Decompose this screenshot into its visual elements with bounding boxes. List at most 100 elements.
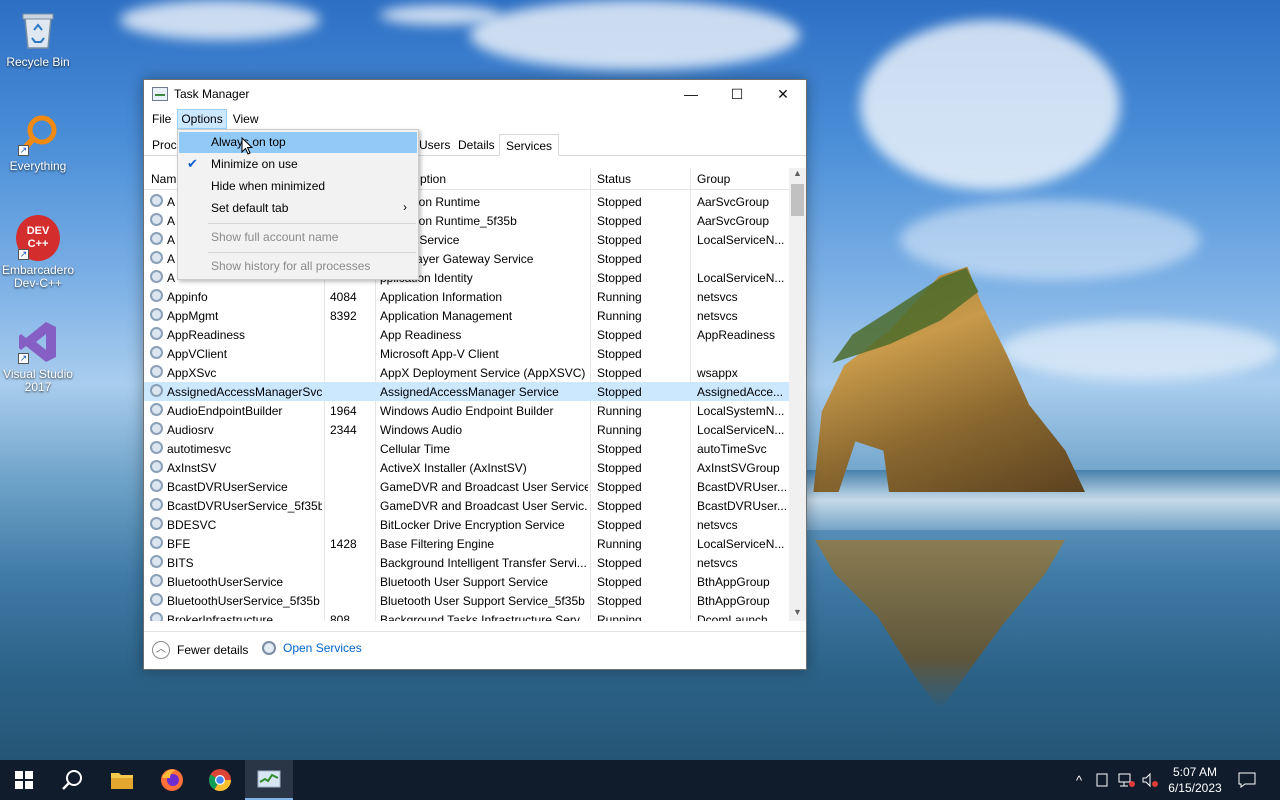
table-row[interactable]: AppMgmt 8392 Application Management Running… [144,306,789,325]
cell-status: Running [597,537,642,551]
cell-description: Base Filtering Engine [380,537,495,551]
table-row[interactable]: BDESVC BitLocker Drive Encryption Service… [144,515,789,534]
table-row[interactable]: AppXSvc AppX Deployment Service (AppXSVC)… [144,363,789,382]
search-button[interactable] [48,760,96,800]
cell-status: Stopped [597,252,642,266]
chevron-right-icon: › [403,200,407,214]
desktop-icon-recycle-bin[interactable]: Recycle Bin [0,8,76,69]
cell-group: netsvcs [697,556,738,570]
maximize-button[interactable]: ☐ [714,80,760,108]
gear-icon [262,641,276,655]
tab-services[interactable]: Services [499,134,560,156]
task-manager-taskbar-button[interactable] [245,760,293,800]
menu-item-set-default-tab[interactable]: Set default tab › [179,198,417,219]
cell-description: GameDVR and Broadcast User Service [380,480,588,494]
table-row[interactable]: BFE 1428 Base Filtering Engine Running Local… [144,534,789,553]
table-row[interactable]: AxInstSV ActiveX Installer (AxInstSV) Stop… [144,458,789,477]
column-header-description[interactable]: ption [420,172,446,186]
action-center-button[interactable] [1232,760,1262,800]
minimize-button[interactable]: — [668,80,714,108]
clock[interactable]: 5:07 AM 6/15/2023 [1160,764,1230,796]
table-row[interactable]: AssignedAccessManagerSvc AssignedAccessMa… [144,382,789,401]
cell-description: App Readiness [380,328,462,342]
table-row[interactable]: BluetoothUserService_5f35b Bluetooth User… [144,591,789,610]
desktop-icon-everything[interactable]: ↗ Everything [0,112,76,173]
service-gear-icon [150,593,163,606]
table-row[interactable]: Audiosrv 2344 Windows Audio Running LocalSer… [144,420,789,439]
table-row[interactable]: AppVClient Microsoft App-V Client Stopped [144,344,789,363]
cell-status: Stopped [597,442,642,456]
service-gear-icon [150,422,163,435]
cell-group: AssignedAcce... [697,385,784,399]
cell-group: wsappx [697,366,738,380]
desktop-icon-label: Embarcadero Dev-C++ [1,263,75,290]
footer: ︿ Fewer details Open Services [144,631,806,669]
service-gear-icon [150,612,163,621]
chevron-up-icon: ^ [1075,772,1083,788]
cell-description: Bluetooth User Support Service [380,575,549,589]
scroll-thumb[interactable] [791,184,804,216]
cell-group: BcastDVRUser... [697,480,787,494]
firefox-button[interactable] [148,760,196,800]
cell-status: Stopped [597,347,642,361]
column-header-group[interactable]: Group [697,172,730,186]
table-row[interactable]: BcastDVRUserService_5f35b GameDVR and Bro… [144,496,789,515]
desktop-icon-visual-studio[interactable]: ↗ Visual Studio 2017 [0,320,76,394]
title-bar[interactable]: Task Manager — ☐ ✕ [144,80,806,108]
table-row[interactable]: autotimesvc Cellular Time Stopped autoTimeS… [144,439,789,458]
file-explorer-button[interactable] [98,760,146,800]
start-button[interactable] [0,760,48,800]
volume-button[interactable] [1138,760,1162,800]
fewer-details-button[interactable]: ︿ Fewer details [152,641,248,659]
menu-file[interactable]: File [148,109,175,129]
service-gear-icon [150,251,163,264]
menu-item-minimize-on-use[interactable]: ✔ Minimize on use [179,154,417,175]
open-services-link[interactable]: Open Services [262,641,362,655]
menu-item-always-on-top[interactable]: Always on top [179,132,417,153]
menu-view[interactable]: View [229,109,263,129]
battery-icon [1096,773,1108,787]
table-row[interactable]: BITS Background Intelligent Transfer Serv… [144,553,789,572]
table-row[interactable]: BrokerInfrastructure 808 Background Tasks … [144,610,789,621]
table-row[interactable]: AppReadiness App Readiness Stopped AppReadi… [144,325,789,344]
cell-group: BcastDVRUser... [697,499,787,513]
column-header-status[interactable]: Status [597,172,631,186]
shortcut-arrow-icon: ↗ [18,353,29,364]
table-row[interactable]: BcastDVRUserService GameDVR and Broadcast… [144,477,789,496]
network-button[interactable] [1114,760,1138,800]
service-gear-icon [150,555,163,568]
table-row[interactable]: Appinfo 4084 Application Information Runnin… [144,287,789,306]
cloud [1000,320,1280,380]
menu-options[interactable]: Options [177,109,227,129]
cell-description: GameDVR and Broadcast User Servic... [380,499,588,513]
service-gear-icon [150,346,163,359]
cell-group: AarSvcGroup [697,214,770,228]
chrome-button[interactable] [196,760,244,800]
scroll-up-icon[interactable]: ▲ [789,168,806,182]
taskbar: ^ 5:07 AM 6/15/2023 [0,760,1280,800]
desktop-icon-label: Recycle Bin [6,55,70,69]
cell-description: Bluetooth User Support Service_5f35b [380,594,585,608]
tab-details[interactable]: Details [452,134,501,156]
scroll-down-icon[interactable]: ▼ [789,607,806,621]
table-row[interactable]: BluetoothUserService Bluetooth User Suppo… [144,572,789,591]
cell-name: AssignedAccessManagerSvc [167,385,322,399]
cell-group: AxInstSVGroup [697,461,780,475]
vertical-scrollbar[interactable]: ▲ ▼ [789,168,806,621]
cell-name: BrokerInfrastructure [167,613,274,621]
cell-description: Application Management [380,309,513,323]
close-button[interactable]: ✕ [760,80,806,108]
desktop-icon-devcpp[interactable]: DEV C++ ↗ Embarcadero Dev-C++ [0,215,76,290]
table-row[interactable]: AudioEndpointBuilder 1964 Windows Audio En… [144,401,789,420]
cloud [860,20,1120,190]
cell-description: Windows Audio [380,423,463,437]
tab-users[interactable]: Users [413,134,456,156]
show-hidden-icons-button[interactable]: ^ [1068,760,1090,800]
mouse-cursor-icon [241,137,253,155]
cell-name: AppVClient [167,347,228,361]
everything-search-icon: ↗ [16,112,60,156]
cell-name: BluetoothUserService [167,575,284,589]
tray-device-icon[interactable] [1092,760,1112,800]
column-header-name[interactable]: Nam [151,172,176,186]
menu-item-hide-when-minimized[interactable]: Hide when minimized [179,176,417,197]
